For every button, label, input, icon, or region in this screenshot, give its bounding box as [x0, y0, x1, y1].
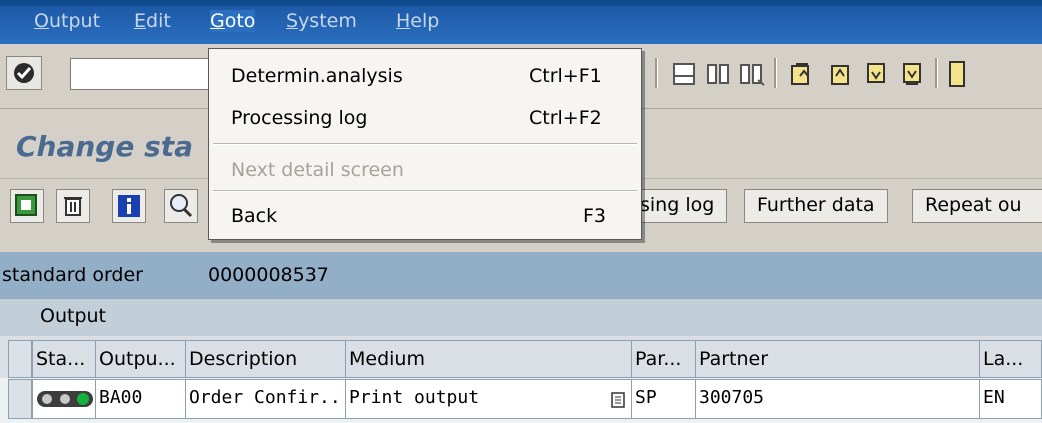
column-header-description[interactable]: Description [186, 340, 346, 378]
create-session-icon[interactable] [946, 58, 978, 90]
menu-system[interactable]: System [286, 10, 357, 32]
toolbar-separator [935, 58, 938, 88]
language-cell[interactable]: EN [980, 379, 1042, 419]
last-page-icon[interactable] [896, 58, 928, 90]
menu-edit[interactable]: Edit [134, 10, 171, 32]
repeat-output-button[interactable]: Repeat ou [912, 189, 1042, 223]
menu-item-next-detail-screen: Next detail screen [209, 149, 641, 191]
menu-item-shortcut: Ctrl+F1 [529, 65, 602, 87]
menu-output[interactable]: Output [34, 10, 100, 32]
menu-goto[interactable]: Goto [210, 10, 256, 32]
processing-log-button[interactable]: sing log [628, 189, 728, 223]
delete-icon [64, 197, 82, 216]
description-cell: Order Confir... [186, 379, 346, 419]
table-title: Output [40, 305, 106, 327]
document-header [0, 252, 1042, 298]
repeat-output-label: Repeat ou [925, 194, 1022, 216]
row-selector[interactable] [8, 379, 32, 419]
table-title-bar [0, 298, 1042, 336]
column-header-medium[interactable]: Medium [346, 340, 632, 378]
document-icon[interactable] [611, 392, 625, 408]
column-header-partner[interactable]: Partner [696, 340, 980, 378]
info-button[interactable] [112, 189, 146, 223]
medium-value: Print output [349, 387, 480, 408]
menu-separator [213, 190, 637, 192]
menu-item-label: Next detail screen [231, 159, 404, 181]
toolbar-separator [655, 58, 658, 88]
menu-item-shortcut: F3 [583, 205, 607, 227]
page-title: Change sta [16, 130, 194, 163]
document-number: 0000008537 [208, 264, 329, 286]
partner-cell[interactable]: 300705 [696, 379, 980, 419]
ok-check-icon [14, 63, 34, 83]
column-header-partner-function[interactable]: Par... [632, 340, 696, 378]
menu-item-label: Processing log [231, 107, 368, 129]
menu-item-shortcut: Ctrl+F2 [529, 107, 602, 129]
further-data-label: Further data [757, 194, 875, 216]
column-header-status[interactable]: Sta... [32, 340, 96, 378]
menu-separator [213, 143, 637, 145]
medium-cell[interactable]: Print output [346, 379, 632, 419]
command-field[interactable] [70, 58, 222, 90]
menu-item-processing-log[interactable]: Processing log Ctrl+F2 [209, 97, 641, 139]
menu-item-determin-analysis[interactable]: Determin.analysis Ctrl+F1 [209, 55, 641, 97]
menu-help[interactable]: Help [396, 10, 439, 32]
find-icon[interactable] [702, 58, 734, 90]
search-icon [170, 194, 193, 218]
previous-page-icon[interactable] [824, 58, 856, 90]
menu-item-back[interactable]: Back F3 [209, 195, 641, 237]
menu-item-label: Determin.analysis [231, 65, 403, 87]
search-button[interactable] [164, 189, 198, 223]
document-type: standard order [2, 264, 143, 286]
details-icon [15, 194, 37, 216]
delete-button[interactable] [56, 189, 90, 223]
print-icon[interactable] [668, 58, 700, 90]
details-button[interactable] [10, 189, 44, 223]
output-type-cell[interactable]: BA00 [96, 379, 186, 419]
select-all-cell[interactable] [8, 340, 32, 378]
enter-button[interactable] [6, 56, 42, 90]
partner-function-cell[interactable]: SP [632, 379, 696, 419]
status-cell [32, 379, 96, 419]
next-page-icon[interactable] [860, 58, 892, 90]
column-header-language[interactable]: La... [980, 340, 1042, 378]
column-header-output-type[interactable]: Outpu... [96, 340, 186, 378]
first-page-icon[interactable] [786, 58, 818, 90]
goto-menu-dropdown: Determin.analysis Ctrl+F1 Processing log… [208, 48, 642, 240]
traffic-light-icon [37, 391, 93, 407]
menu-item-label: Back [231, 205, 278, 227]
processing-log-label: sing log [640, 194, 715, 216]
info-icon [118, 195, 140, 217]
find-next-icon[interactable] [736, 58, 768, 90]
further-data-button[interactable]: Further data [744, 189, 888, 223]
toolbar-separator [774, 58, 777, 88]
